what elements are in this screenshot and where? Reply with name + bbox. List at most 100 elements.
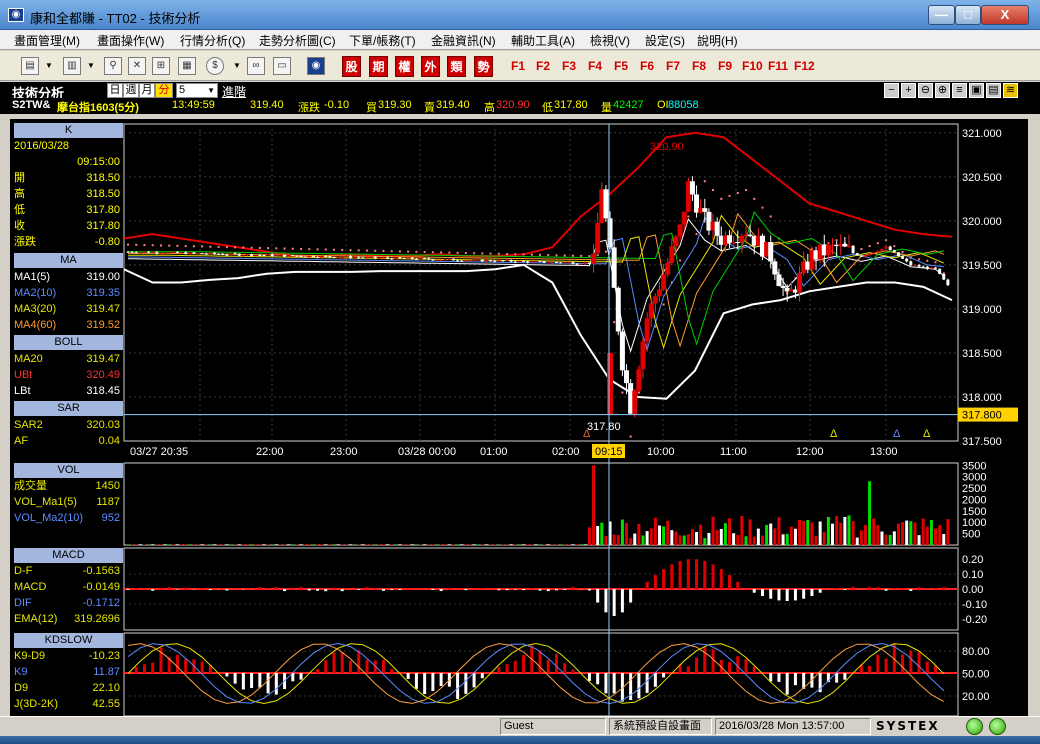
technical-chart[interactable]: 321.000 320.500 320.000 319.500 319.000 318.5… (10, 119, 1028, 716)
macd-bar (678, 560, 682, 589)
menu-screen-operation[interactable]: 畫面操作(W) (97, 32, 164, 49)
ma-row-label: MA1(5) (14, 271, 51, 283)
zoom-in-icon[interactable]: + (901, 83, 916, 98)
taskbar (0, 736, 1040, 744)
layout-icon[interactable]: ▤ (986, 83, 1001, 98)
grid-icon[interactable]: ⊞ (152, 57, 170, 75)
menu-financial-info[interactable]: 金融資訊(N) (431, 32, 496, 49)
k-date-value: 2016/03/28 (14, 140, 70, 152)
macd-bar (134, 588, 138, 589)
f3-button[interactable]: F3 (562, 59, 576, 73)
menu-trend-chart[interactable]: 走勢分析圖(C) (259, 32, 336, 49)
volume-bar (719, 528, 723, 545)
menu-market-analysis[interactable]: 行情分析(Q) (180, 32, 245, 49)
magnify-plus-icon[interactable]: ⊕ (935, 83, 950, 98)
list-icon[interactable]: ≡ (952, 83, 967, 98)
sar-dot (637, 391, 640, 394)
chart-area[interactable]: 321.000 320.500 320.000 319.500 319.000 318.5… (10, 119, 1028, 716)
connection-icon (989, 718, 1006, 735)
menu-view[interactable]: 檢視(V) (590, 32, 630, 49)
f5-button[interactable]: F5 (614, 59, 628, 73)
logo-icon[interactable]: ◉ (307, 57, 325, 75)
sar-dot (588, 255, 591, 258)
close-button[interactable]: X (981, 5, 1029, 25)
kd-bar (538, 650, 542, 673)
f11-button[interactable]: F11 (768, 59, 788, 73)
macd-bar (752, 589, 756, 593)
period-minute[interactable]: 分 (155, 83, 173, 98)
menu-help[interactable]: 說明(H) (697, 32, 738, 49)
volume-bar (196, 544, 200, 545)
kd-bar (695, 657, 699, 673)
coin-dropdown-icon[interactable]: ▼ (233, 61, 241, 70)
candle-body (673, 236, 679, 247)
k-row: 漲跌 -0.80 (10, 234, 122, 250)
chart-dropdown-icon[interactable]: ▼ (87, 61, 95, 70)
volume-bar (200, 544, 204, 545)
macd-bar (695, 559, 699, 589)
cancel-icon[interactable]: ✕ (128, 57, 146, 75)
signal-marker: Δ (583, 428, 591, 440)
f2-button[interactable]: F2 (536, 59, 550, 73)
macd-header: MACD (14, 548, 123, 563)
trend-button[interactable]: 勢 (474, 56, 493, 77)
volume-bar (596, 525, 600, 545)
ma-row: MA1(5) 319.00 (10, 269, 122, 285)
f4-button[interactable]: F4 (588, 59, 602, 73)
macd-bar (703, 560, 707, 589)
menu-order-account[interactable]: 下單/帳務(T) (349, 32, 416, 49)
stock-button[interactable]: 股 (342, 56, 361, 77)
candle-body (640, 341, 646, 370)
search-icon[interactable]: ⚲ (104, 57, 122, 75)
period-week[interactable]: 週 (123, 83, 139, 98)
f1-button[interactable]: F1 (511, 59, 525, 73)
menu-screen-management[interactable]: 畫面管理(M) (14, 32, 80, 49)
zoom-out-icon[interactable]: − (884, 83, 899, 98)
f12-button[interactable]: F12 (794, 59, 815, 73)
magnify-minus-icon[interactable]: ⊖ (918, 83, 933, 98)
chart-icon[interactable]: ▥ (63, 57, 81, 75)
foreign-button[interactable]: 外 (421, 56, 440, 77)
period-month[interactable]: 月 (139, 83, 155, 98)
sar-dot (497, 252, 500, 255)
link-icon[interactable]: ∞ (247, 57, 265, 75)
futures-button[interactable]: 期 (369, 56, 388, 77)
high-annotation: 320.90 (650, 141, 684, 153)
volume-bar (505, 544, 509, 545)
layout-icon[interactable]: ▤ (21, 57, 39, 75)
settings-icon[interactable]: ≋ (1003, 83, 1018, 98)
volume-bar (793, 528, 797, 545)
candle-body (652, 296, 658, 304)
options-button[interactable]: 權 (395, 56, 414, 77)
f7-button[interactable]: F7 (666, 59, 680, 73)
menu-tools[interactable]: 輔助工具(A) (511, 32, 575, 49)
f8-button[interactable]: F8 (692, 59, 706, 73)
save-icon[interactable]: ▣ (969, 83, 984, 98)
candle-body (344, 256, 348, 258)
layout-dropdown-icon[interactable]: ▼ (45, 61, 53, 70)
coin-icon[interactable]: $ (206, 57, 224, 75)
f10-button[interactable]: F10 (742, 59, 763, 73)
kd-row: J(3D-2K) 42.55 (10, 696, 122, 712)
volume-bar (554, 544, 558, 545)
volume-bar (863, 524, 867, 545)
f9-button[interactable]: F9 (718, 59, 732, 73)
candle-body (213, 252, 217, 254)
maximize-button[interactable]: □ (955, 5, 981, 25)
sar-dot (283, 247, 286, 250)
sector-button[interactable]: 類 (447, 56, 466, 77)
k-header: K (14, 123, 123, 138)
menu-settings[interactable]: 設定(S) (645, 32, 685, 49)
calc-icon[interactable]: ▦ (178, 57, 196, 75)
period-day[interactable]: 日 (107, 83, 123, 98)
candle-body (138, 252, 142, 254)
minimize-button[interactable]: — (928, 5, 955, 25)
macd-bar (810, 589, 814, 597)
volume-bar (925, 526, 929, 545)
sar-header: SAR (14, 401, 123, 416)
f6-button[interactable]: F6 (640, 59, 654, 73)
kd-bar (604, 673, 608, 694)
window-icon[interactable]: ▭ (273, 57, 291, 75)
title-bar[interactable]: ◉ 康和全都賺 - TT02 - 技術分析 — □ X (0, 0, 1040, 30)
period-value-select[interactable]: 5 ▼ (176, 83, 218, 98)
